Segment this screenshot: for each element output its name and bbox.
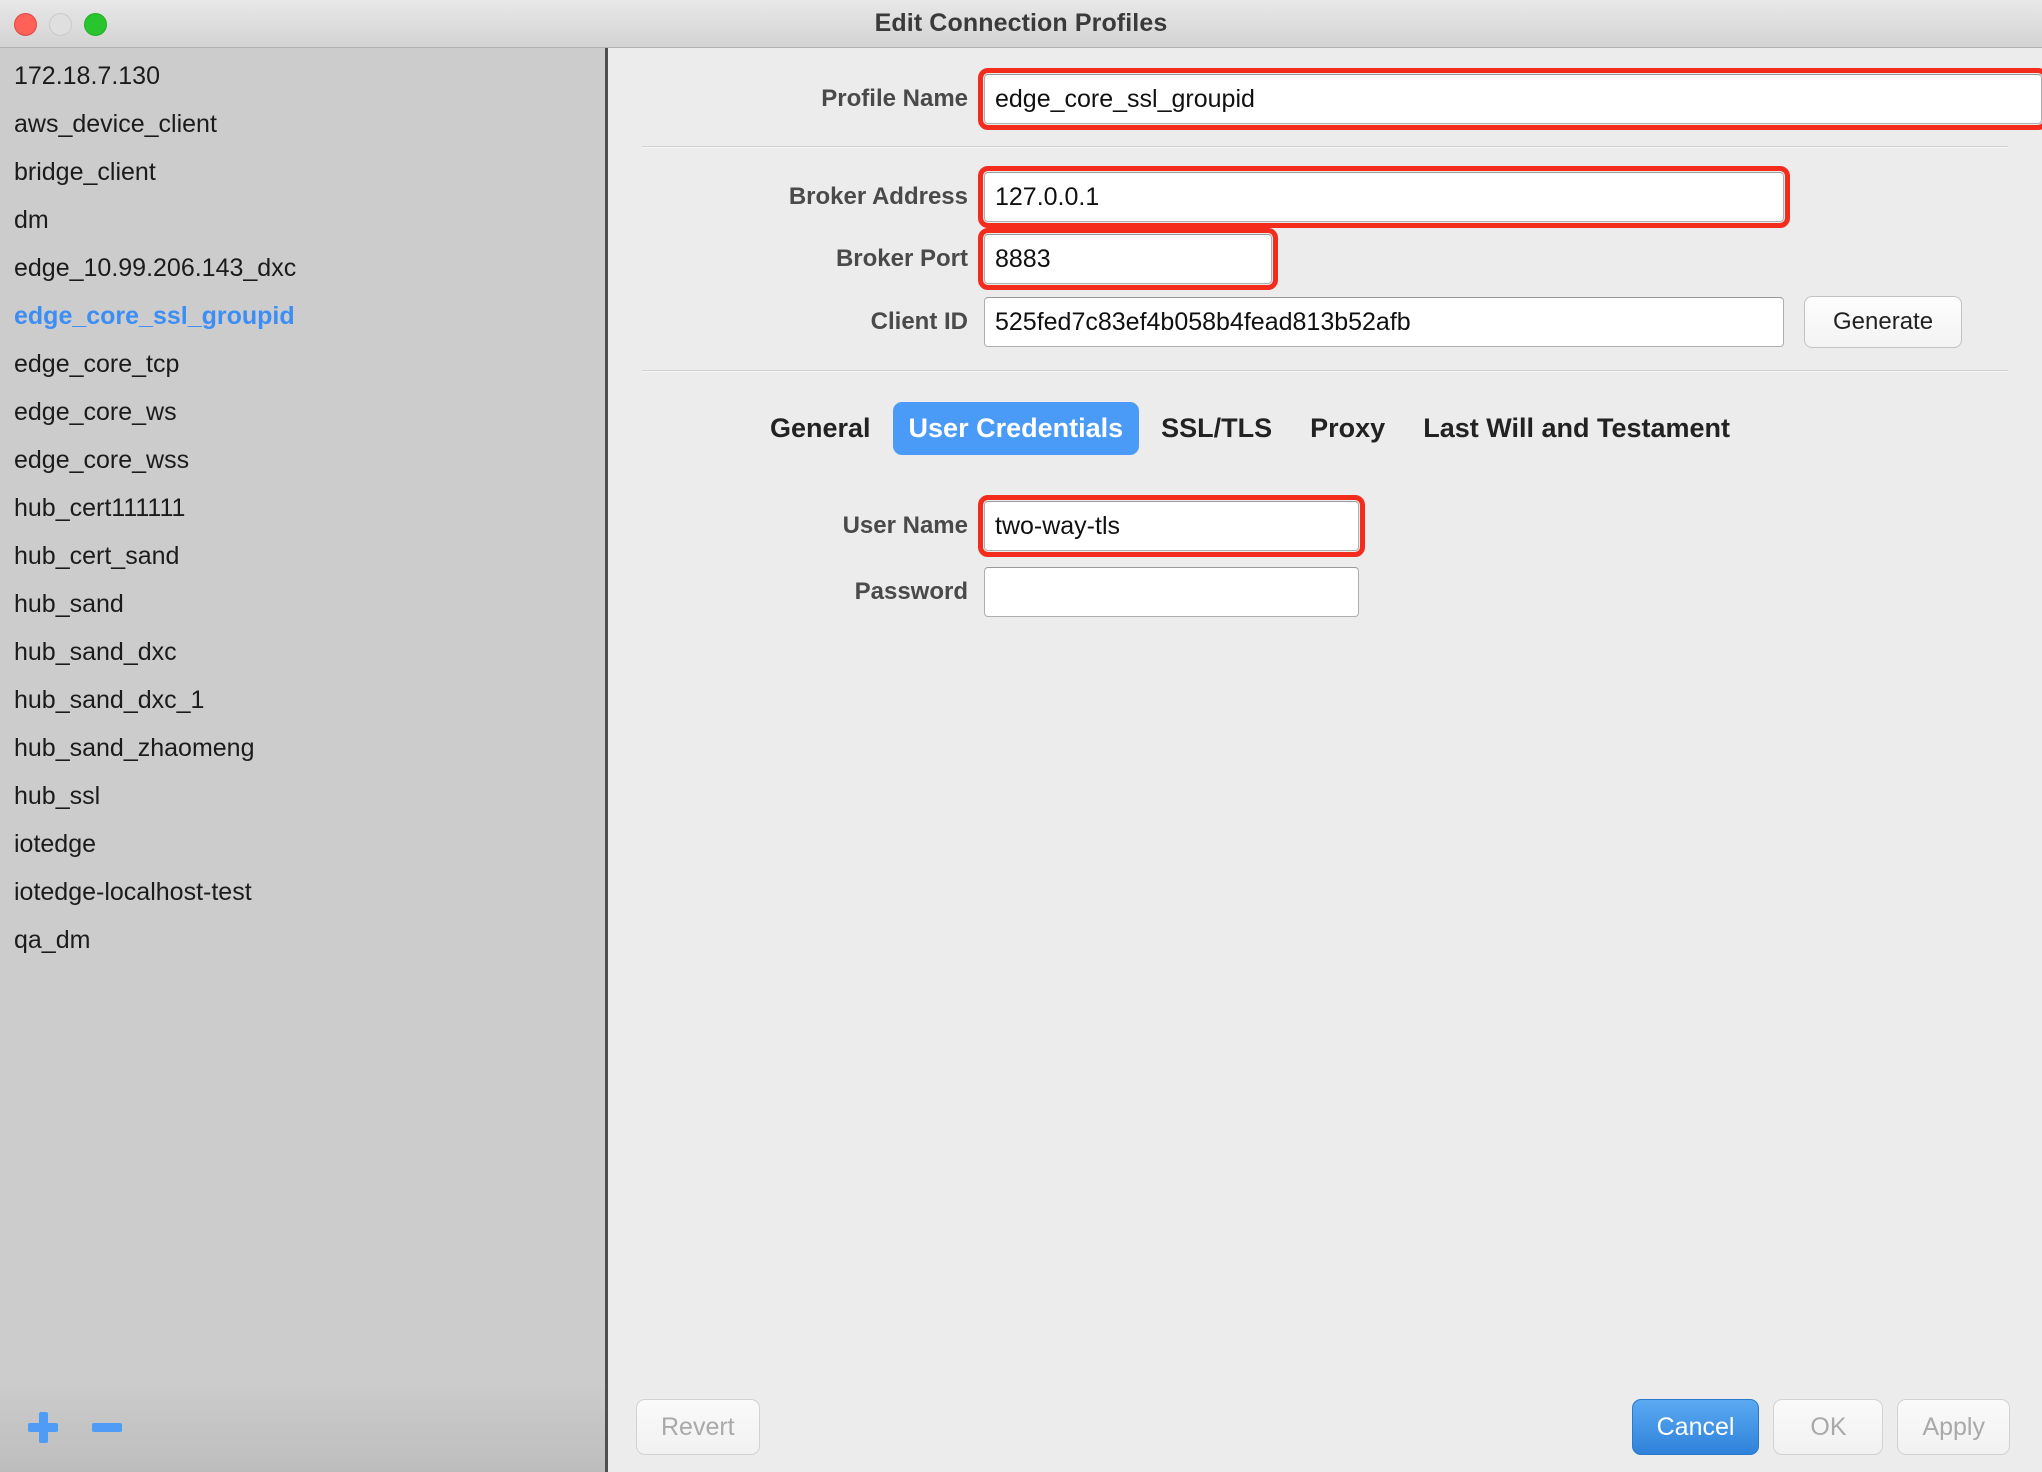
profile-name-input[interactable]: edge_core_ssl_groupid <box>978 68 2042 130</box>
profile-list-item[interactable]: iotedge-localhost-test <box>0 868 605 916</box>
minimize-window-icon <box>49 12 72 36</box>
user-credentials-section: User Name two-way-tls Password <box>608 495 2042 617</box>
profile-list-item[interactable]: iotedge <box>0 820 605 868</box>
client-id-row: Client ID 525fed7c83ef4b058b4fead813b52a… <box>608 296 2042 348</box>
maximize-window-icon[interactable] <box>84 12 107 36</box>
apply-button[interactable]: Apply <box>1897 1399 2010 1455</box>
traffic-light-group <box>14 0 107 48</box>
tab-general[interactable]: General <box>754 402 887 455</box>
profile-list-item[interactable]: hub_cert_sand <box>0 532 605 580</box>
connection-form: Profile Name edge_core_ssl_groupid Broke… <box>608 48 2042 1382</box>
broker-port-label: Broker Port <box>835 245 968 272</box>
profile-list-item[interactable]: qa_dm <box>0 916 605 964</box>
broker-port-row: Broker Port 8883 <box>608 228 2042 290</box>
profile-list-item[interactable]: edge_10.99.206.143_dxc <box>0 244 605 292</box>
form-divider-2 <box>642 370 2008 372</box>
broker-address-label: Broker Address <box>788 183 968 210</box>
revert-button[interactable]: Revert <box>636 1399 760 1455</box>
password-label: Password <box>854 578 968 605</box>
window-body: 172.18.7.130 aws_device_client bridge_clie… <box>0 48 2042 1472</box>
generate-client-id-button[interactable]: Generate <box>1804 296 1963 348</box>
profile-list-item[interactable]: hub_cert111111 <box>0 484 605 532</box>
profile-list-item[interactable]: edge_core_ssl_groupid <box>0 292 605 340</box>
broker-address-row: Broker Address 127.0.0.1 <box>608 166 2042 228</box>
profile-list[interactable]: 172.18.7.130 aws_device_client bridge_clie… <box>0 48 605 1382</box>
client-id-input[interactable]: 525fed7c83ef4b058b4fead813b52afb <box>984 297 1784 347</box>
profile-editor-panel: Profile Name edge_core_ssl_groupid Broke… <box>608 48 2042 1472</box>
profile-list-item[interactable]: dm <box>0 196 605 244</box>
profile-list-item[interactable]: hub_sand_dxc <box>0 628 605 676</box>
close-window-icon[interactable] <box>14 12 37 36</box>
settings-tab-bar[interactable]: General User Credentials SSL/TLS Proxy Last … <box>608 402 2042 455</box>
tab-last-will-and-testament[interactable]: Last Will and Testament <box>1407 402 1746 455</box>
form-divider-1 <box>642 146 2008 148</box>
add-profile-button[interactable] <box>26 1410 60 1444</box>
user-name-row: User Name two-way-tls <box>608 495 2042 557</box>
profile-list-item[interactable]: hub_sand <box>0 580 605 628</box>
user-name-label: User Name <box>842 512 968 539</box>
profiles-sidebar: 172.18.7.130 aws_device_client bridge_clie… <box>0 48 608 1472</box>
password-input[interactable] <box>984 567 1359 617</box>
plus-icon-vertical <box>38 1412 48 1443</box>
edit-connection-profiles-window: Edit Connection Profiles 172.18.7.130 aws… <box>0 0 2042 1472</box>
sidebar-footer <box>0 1382 605 1472</box>
tab-proxy[interactable]: Proxy <box>1294 402 1401 455</box>
password-row: Password <box>608 567 2042 617</box>
window-title: Edit Connection Profiles <box>874 9 1168 37</box>
profile-list-item[interactable]: edge_core_wss <box>0 436 605 484</box>
dialog-footer: Revert Cancel OK Apply <box>608 1382 2042 1472</box>
profile-list-item[interactable]: hub_ssl <box>0 772 605 820</box>
profile-list-item[interactable]: edge_core_tcp <box>0 340 605 388</box>
cancel-button[interactable]: Cancel <box>1631 1399 1760 1455</box>
broker-port-input[interactable]: 8883 <box>978 228 1278 290</box>
profile-name-label: Profile Name <box>821 85 968 112</box>
profile-list-item[interactable]: edge_core_ws <box>0 388 605 436</box>
client-id-label: Client ID <box>870 308 968 335</box>
profile-name-row: Profile Name edge_core_ssl_groupid <box>608 68 2042 130</box>
profile-list-item[interactable]: hub_sand_zhaomeng <box>0 724 605 772</box>
profile-list-item[interactable]: bridge_client <box>0 148 605 196</box>
title-bar: Edit Connection Profiles <box>0 0 2042 48</box>
user-name-input[interactable]: two-way-tls <box>978 495 1365 557</box>
minus-icon <box>92 1423 122 1432</box>
profile-list-item[interactable]: hub_sand_dxc_1 <box>0 676 605 724</box>
tab-ssl-tls[interactable]: SSL/TLS <box>1145 402 1288 455</box>
profile-list-item[interactable]: aws_device_client <box>0 100 605 148</box>
tab-user-credentials[interactable]: User Credentials <box>892 402 1140 455</box>
ok-button[interactable]: OK <box>1773 1399 1884 1455</box>
remove-profile-button[interactable] <box>90 1410 124 1444</box>
broker-address-input[interactable]: 127.0.0.1 <box>978 166 1790 228</box>
profile-list-item[interactable]: 172.18.7.130 <box>0 52 605 100</box>
